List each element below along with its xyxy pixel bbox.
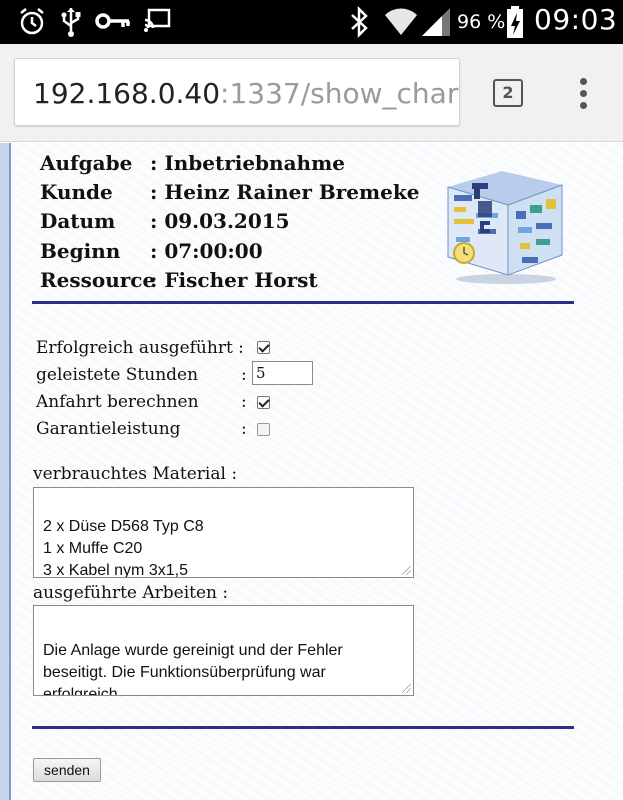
work-text: Die Anlage wurde gereinigt und der Fehle… (43, 642, 343, 696)
page-content: Aufgabe : Inbetriebnahme Kunde : Heinz R… (0, 143, 623, 800)
battery-charging-icon (506, 5, 524, 39)
job-value-task: : Inbetriebnahme (150, 151, 345, 175)
job-value-start: : 07:00:00 (150, 239, 263, 263)
tab-switcher-button[interactable]: 2 (493, 79, 523, 107)
job-value-date: : 09.03.2015 (150, 209, 290, 233)
company-logo (440, 165, 570, 285)
warranty-checkbox[interactable] (257, 423, 270, 436)
submit-button[interactable]: senden (33, 758, 101, 782)
hours-colon: : (241, 365, 247, 385)
job-value-resource: : Fischer Horst (150, 268, 318, 292)
hours-label: geleistete Stunden (36, 365, 199, 385)
work-label: ausgeführte Arbeiten : (33, 583, 229, 603)
footer-divider (32, 726, 574, 729)
warranty-colon: : (241, 419, 247, 439)
job-label-date: Datum (40, 209, 116, 233)
overflow-menu-icon[interactable] (573, 76, 593, 110)
success-label: Erfolgreich ausgeführt : (36, 338, 244, 358)
status-bar: 96 % 09:03 (0, 0, 623, 44)
alarm-icon (18, 7, 46, 37)
hours-input[interactable]: 5 (252, 361, 313, 385)
success-checkbox[interactable] (257, 341, 270, 354)
travel-checkbox[interactable] (257, 396, 270, 409)
job-label-task: Aufgabe (40, 151, 133, 175)
bluetooth-icon (349, 6, 369, 38)
resize-grip-icon[interactable] (402, 684, 411, 693)
browser-toolbar: 192.168.0.40:1337/show_char 2 (0, 44, 623, 142)
job-label-resource: Ressource (40, 268, 156, 292)
url-text: 192.168.0.40:1337/show_char (33, 77, 458, 110)
warranty-label: Garantieleistung (36, 419, 181, 439)
header-divider (32, 301, 574, 304)
screencast-icon (143, 8, 171, 34)
work-textarea[interactable]: Die Anlage wurde gereinigt und der Fehle… (33, 605, 414, 696)
url-host: 192.168.0.40 (33, 77, 221, 110)
travel-colon: : (241, 392, 247, 412)
job-label-customer: Kunde (40, 180, 113, 204)
material-label: verbrauchtes Material : (33, 464, 238, 484)
status-clock: 09:03 (534, 3, 618, 36)
key-icon (95, 10, 131, 32)
usb-icon (60, 6, 82, 38)
material-textarea[interactable]: 2 x Düse D568 Typ C8 1 x Muffe C20 3 x K… (33, 487, 414, 578)
battery-percentage: 96 % (457, 11, 506, 33)
signal-icon (420, 6, 452, 38)
job-label-start: Beginn (40, 239, 121, 263)
travel-label: Anfahrt berechnen (36, 392, 199, 412)
resize-grip-icon[interactable] (402, 566, 411, 575)
url-path: :1337/show_char (220, 77, 459, 110)
job-value-customer: : Heinz Rainer Bremeke (150, 180, 420, 204)
left-border-stripe (0, 143, 11, 800)
material-text: 2 x Düse D568 Typ C8 1 x Muffe C20 3 x K… (43, 518, 204, 578)
address-bar[interactable]: 192.168.0.40:1337/show_char (14, 58, 460, 126)
wifi-icon (383, 5, 419, 37)
